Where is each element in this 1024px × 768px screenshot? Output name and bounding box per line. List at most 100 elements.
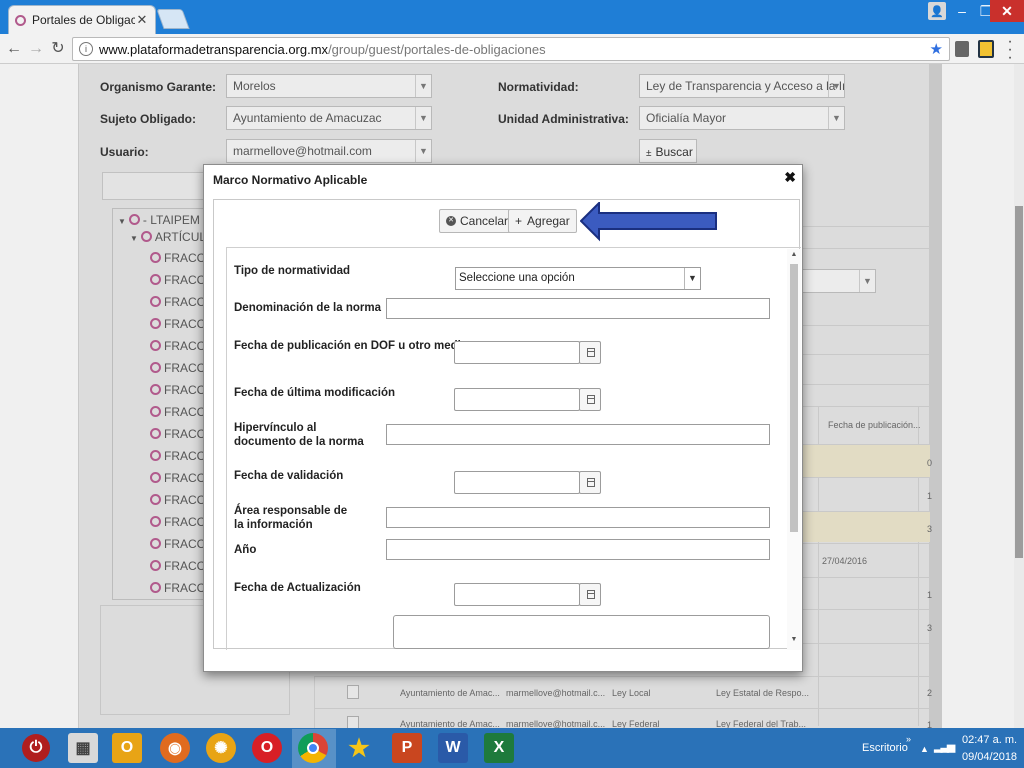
firefox-icon[interactable]: ◉ (160, 733, 190, 763)
fecha-modificacion-calendar-button[interactable] (579, 388, 601, 411)
calendar-icon (587, 348, 595, 357)
buscar-button[interactable]: ± Buscar (639, 139, 697, 163)
minimize-button[interactable]: – (950, 0, 974, 22)
normatividad-label: Normatividad: (498, 80, 579, 94)
fecha-actualizacion-input[interactable] (454, 583, 580, 606)
settings-gear-icon[interactable]: ✺ (206, 733, 236, 763)
node-icon (128, 214, 140, 225)
fecha-validacion-input[interactable] (454, 471, 580, 494)
usuario-label: Usuario: (100, 145, 149, 159)
fecha-validacion-calendar-button[interactable] (579, 471, 601, 494)
url-path: /group/guest/portales-de-obligaciones (328, 41, 546, 57)
powerpoint-icon[interactable]: P (392, 733, 422, 763)
anio-input[interactable] (386, 539, 770, 560)
modal-body: ✕ Cancelar + Agregar Tipo de normatividad … (213, 199, 801, 650)
tipo-normatividad-value: Seleccione una opción (459, 272, 575, 284)
fecha-publicacion-input[interactable] (454, 341, 580, 364)
fecha-publicacion-label: Fecha de publicación en DOF u otro medio (234, 340, 468, 352)
unidad-select[interactable]: Oficialía Mayor ▼ (639, 106, 845, 130)
browser-tab[interactable]: Portales de Obligaciones ✕ (8, 5, 156, 34)
url-input[interactable]: i www.plataformadetransparencia.org.mx/g… (72, 37, 950, 61)
chevron-down-icon: ▼ (415, 140, 431, 162)
node-icon (150, 516, 161, 527)
fecha-actualizacion-calendar-button[interactable] (579, 583, 601, 606)
bookmark-star-icon[interactable]: ★ (930, 40, 943, 58)
normatividad-select[interactable]: Ley de Transparencia y Acceso a la Infor… (639, 74, 845, 98)
tab-close-icon[interactable]: ✕ (135, 12, 149, 28)
caret-down-icon: ▼ (130, 234, 138, 243)
cancel-icon: ✕ (446, 216, 456, 226)
usuario-select[interactable]: marmellove@hotmail.com ▼ (226, 139, 432, 163)
fecha-validacion-label: Fecha de validación (234, 470, 344, 482)
calendar-icon (587, 590, 595, 599)
scroll-down-icon[interactable]: ▼ (787, 636, 801, 648)
node-icon (150, 538, 161, 549)
annotation-arrow-icon (580, 202, 717, 242)
chevron-down-icon: ▼ (828, 75, 844, 97)
opera-icon[interactable]: O (252, 733, 282, 763)
modal-title: Marco Normativo Aplicable (213, 173, 368, 187)
bg-row1-tipo: Ley Local (612, 688, 651, 698)
fecha-actualizacion-label: Fecha de Actualización (234, 582, 361, 594)
hipervinculo-input[interactable] (386, 424, 770, 445)
calendar-icon (587, 478, 595, 487)
bg-row1-usuario: marmellove@hotmail.c... (506, 688, 606, 698)
denominacion-input[interactable] (386, 298, 770, 319)
node-icon (150, 296, 161, 307)
organismo-label: Organismo Garante: (100, 80, 217, 94)
area-responsable-input[interactable] (386, 507, 770, 528)
calculator-icon[interactable]: ▦ (68, 733, 98, 763)
desktop-label[interactable]: Escritorio (862, 742, 908, 754)
extension-lock-icon[interactable] (955, 41, 969, 57)
page-scrollbar[interactable] (1014, 64, 1024, 728)
chrome-icon[interactable] (298, 733, 328, 763)
clock-date[interactable]: 09/04/2018 (962, 751, 1017, 763)
excel-icon[interactable]: X (484, 733, 514, 763)
form-scrollbar[interactable]: ▲ ▼ (787, 249, 801, 650)
node-icon (150, 428, 161, 439)
nota-textarea[interactable] (393, 615, 770, 649)
calendar-icon (587, 395, 595, 404)
cancel-button[interactable]: ✕ Cancelar (439, 209, 516, 233)
outlook-icon[interactable]: O (112, 733, 142, 763)
reload-icon[interactable]: ↻ (48, 39, 68, 59)
forward-icon[interactable]: → (26, 39, 46, 59)
normatividad-value: Ley de Transparencia y Acceso a la Infor… (646, 79, 844, 93)
tray-arrow-icon[interactable]: ▲ (920, 744, 929, 754)
tray-expand-icon[interactable]: » (906, 734, 911, 744)
close-window-button[interactable]: ✕ (990, 0, 1024, 22)
browser-menu-icon[interactable]: · · · (1004, 34, 1016, 66)
node-icon (140, 231, 152, 242)
bg-right-digit: 1 (927, 491, 933, 501)
extension-icon[interactable] (978, 40, 994, 58)
add-button[interactable]: + Agregar (508, 209, 577, 233)
bg-right-digit: 3 (927, 623, 933, 633)
back-icon[interactable]: ← (4, 39, 24, 59)
bg-right-digit: 3 (927, 524, 933, 534)
scroll-up-icon[interactable]: ▲ (787, 251, 801, 263)
url-host: www.plataformadetransparencia.org.mx (99, 41, 329, 57)
info-icon[interactable]: i (79, 42, 93, 56)
star-app-icon[interactable]: ★ (344, 733, 374, 763)
clock-time[interactable]: 02:47 a. m. (962, 734, 1017, 746)
bg-row-checkbox[interactable] (347, 685, 359, 699)
fecha-modificacion-input[interactable] (454, 388, 580, 411)
form-scrollbar-thumb[interactable] (790, 264, 798, 532)
caret-down-icon: ▼ (118, 217, 126, 226)
power-icon[interactable]: ⏻ (22, 734, 50, 762)
sujeto-select[interactable]: Ayuntamiento de Amacuzac ▼ (226, 106, 432, 130)
signal-icon[interactable]: ▂▃▅ (934, 740, 955, 753)
node-icon (150, 274, 161, 285)
marco-normativo-modal: Marco Normativo Aplicable ✖ ✕ Cancelar + A… (203, 164, 803, 672)
organismo-select[interactable]: Morelos ▼ (226, 74, 432, 98)
unidad-label: Unidad Administrativa: (498, 112, 629, 126)
fecha-publicacion-calendar-button[interactable] (579, 341, 601, 364)
page-scrollbar-thumb[interactable] (1015, 206, 1023, 558)
tipo-normatividad-select[interactable]: Seleccione una opción ▼ (455, 267, 701, 290)
chevron-down-icon: ▼ (828, 107, 844, 129)
anio-label: Año (234, 544, 257, 556)
tree-root[interactable]: ▼ - LTAIPEM (118, 213, 200, 227)
user-profile-icon[interactable]: 👤 (928, 2, 946, 20)
close-icon[interactable]: ✖ (784, 169, 796, 186)
word-icon[interactable]: W (438, 733, 468, 763)
